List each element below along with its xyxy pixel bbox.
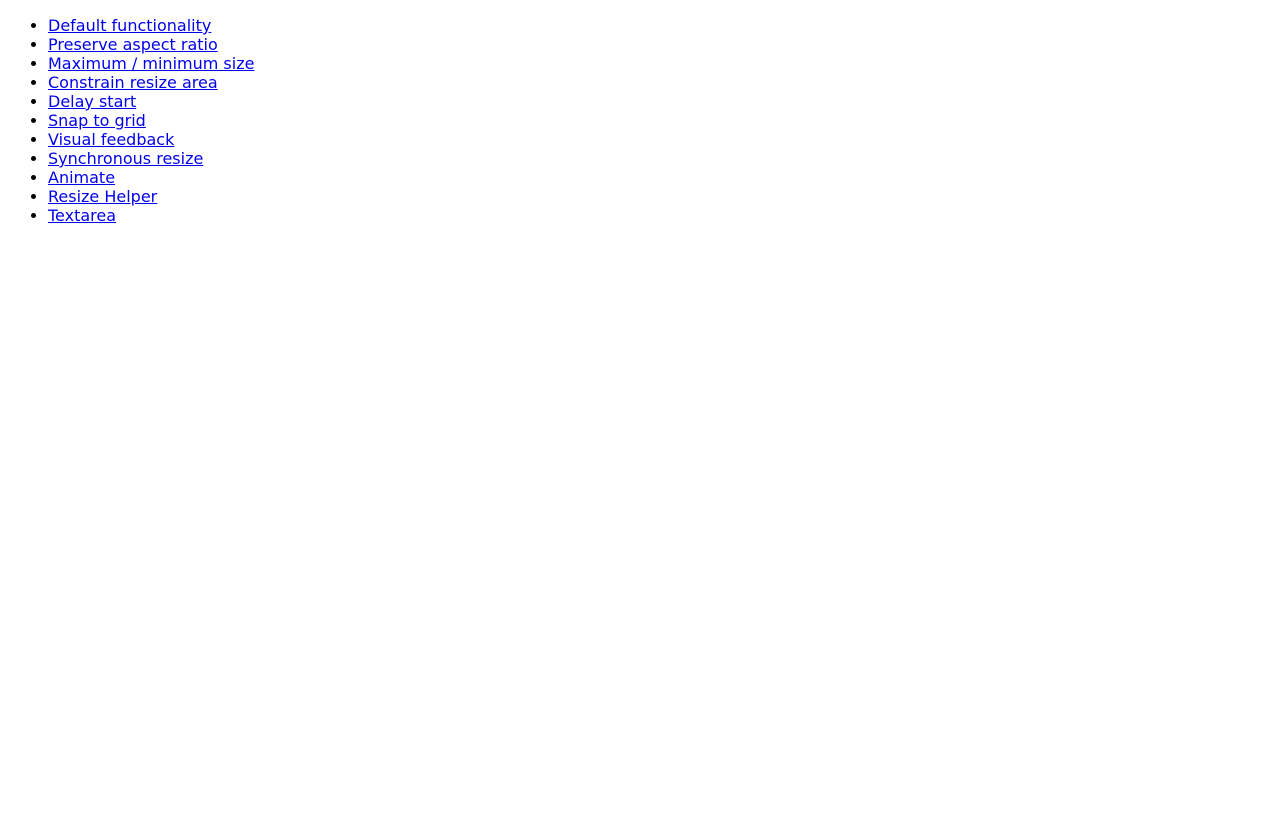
list-item: Delay start bbox=[48, 92, 1280, 111]
list-item: Synchronous resize bbox=[48, 149, 1280, 168]
list-item: Textarea bbox=[48, 206, 1280, 225]
list-item: Resize Helper bbox=[48, 187, 1280, 206]
demo-list: Default functionality Preserve aspect ra… bbox=[0, 16, 1280, 225]
link-constrain-resize-area[interactable]: Constrain resize area bbox=[48, 73, 218, 92]
link-textarea[interactable]: Textarea bbox=[48, 206, 116, 225]
link-resize-helper[interactable]: Resize Helper bbox=[48, 187, 157, 206]
link-default-functionality[interactable]: Default functionality bbox=[48, 16, 211, 35]
list-item: Default functionality bbox=[48, 16, 1280, 35]
list-item: Maximum / minimum size bbox=[48, 54, 1280, 73]
link-max-min-size[interactable]: Maximum / minimum size bbox=[48, 54, 254, 73]
link-visual-feedback[interactable]: Visual feedback bbox=[48, 130, 174, 149]
list-item: Constrain resize area bbox=[48, 73, 1280, 92]
link-synchronous-resize[interactable]: Synchronous resize bbox=[48, 149, 203, 168]
link-delay-start[interactable]: Delay start bbox=[48, 92, 136, 111]
list-item: Animate bbox=[48, 168, 1280, 187]
link-snap-to-grid[interactable]: Snap to grid bbox=[48, 111, 146, 130]
list-item: Visual feedback bbox=[48, 130, 1280, 149]
link-animate[interactable]: Animate bbox=[48, 168, 115, 187]
list-item: Snap to grid bbox=[48, 111, 1280, 130]
list-item: Preserve aspect ratio bbox=[48, 35, 1280, 54]
link-preserve-aspect-ratio[interactable]: Preserve aspect ratio bbox=[48, 35, 218, 54]
